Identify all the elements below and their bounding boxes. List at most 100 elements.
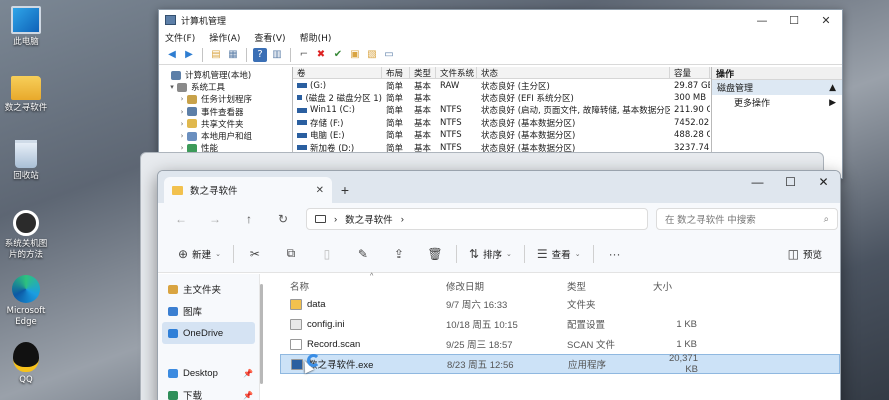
address-folder[interactable]: 数之寻软件 bbox=[345, 212, 393, 226]
col-filesystem[interactable]: 文件系统 bbox=[436, 67, 477, 79]
col-status[interactable]: 状态 bbox=[477, 67, 670, 79]
expand-arrow-icon[interactable]: › bbox=[177, 120, 187, 128]
tab-close-icon[interactable]: ✕ bbox=[316, 185, 324, 196]
sidebar-item[interactable]: 图库 bbox=[158, 300, 259, 322]
file-date-cell: 9/25 周三 18:57 bbox=[446, 340, 513, 351]
copy-icon: ⧉ bbox=[286, 246, 296, 260]
col-type[interactable]: 类型 bbox=[410, 67, 436, 79]
desktop-icon[interactable]: QQ bbox=[0, 342, 52, 386]
file-row[interactable]: config.ini 10/18 周五 10:15 配置设置 1 KB bbox=[280, 314, 840, 334]
col-volume[interactable]: 卷 bbox=[293, 67, 382, 79]
plus-circle-icon: ⊕ bbox=[178, 246, 189, 261]
back-button[interactable]: ← bbox=[166, 212, 196, 226]
forward-arrow-icon[interactable]: ▶ bbox=[182, 48, 196, 62]
col-capacity[interactable]: 容量 bbox=[670, 67, 710, 79]
explorer-tab[interactable]: 数之寻软件 ✕ bbox=[164, 177, 332, 203]
tree-item[interactable]: › 本地用户和组 bbox=[159, 130, 292, 142]
desktop-icon[interactable]: 数之寻软件 bbox=[0, 76, 52, 114]
file-row[interactable]: data 9/7 周六 16:33 文件夹 bbox=[280, 294, 840, 314]
volume-row[interactable]: (磁盘 2 磁盘分区 1) 简单 基本 状态良好 (EFI 系统分区) 300 MB bbox=[293, 92, 711, 104]
sidebar-item[interactable]: Desktop 📌 bbox=[158, 362, 259, 384]
col-layout[interactable]: 布局 bbox=[382, 67, 410, 79]
desktop-icon[interactable]: 此电脑 bbox=[0, 6, 52, 48]
col-name[interactable]: 名称 bbox=[280, 279, 442, 293]
preview-button[interactable]: ◫ 预览 bbox=[782, 242, 828, 266]
properties-icon[interactable]: ▥ bbox=[270, 48, 284, 62]
file-row[interactable]: Record.scan 9/25 周三 18:57 SCAN 文件 1 KB bbox=[280, 334, 840, 354]
tree-item[interactable]: › 任务计划程序 bbox=[159, 93, 292, 105]
new-tab-button[interactable]: + bbox=[332, 177, 358, 203]
copy-button[interactable]: ⧉ bbox=[276, 242, 306, 266]
list-icon[interactable]: ▭ bbox=[382, 48, 396, 62]
desktop-icon-label: Microsoft Edge bbox=[6, 306, 46, 327]
desktop-icon[interactable]: 系统关机图 片的方法 bbox=[0, 210, 52, 261]
connect-icon[interactable]: ⌐ bbox=[297, 48, 311, 62]
menu-view[interactable]: 查看(V) bbox=[254, 31, 285, 44]
expand-arrow-icon[interactable]: › bbox=[177, 95, 187, 103]
sidebar-item[interactable]: 下载 📌 bbox=[158, 384, 259, 400]
file-row[interactable]: 数之寻软件.exe 8/23 周五 12:56 应用程序 20,371 KB bbox=[280, 353, 840, 375]
volume-row[interactable]: 电脑 (E:) 简单基本 NTFS 状态良好 (基本数据分区) 488.28 GB bbox=[293, 129, 711, 141]
sort-button[interactable]: ⇅ 排序 ⌄ bbox=[463, 242, 518, 266]
check-icon[interactable]: ✔ bbox=[331, 48, 345, 62]
sidebar-item[interactable]: 主文件夹 bbox=[158, 278, 259, 300]
tree-item[interactable]: 计算机管理(本地) bbox=[159, 69, 292, 81]
volume-status-cell: 状态良好 (EFI 系统分区) bbox=[481, 93, 574, 104]
volume-row[interactable]: (G:) 简单 基本 RAW 状态良好 (主分区) 29.87 GB bbox=[293, 79, 711, 92]
rename-button[interactable]: ✎ bbox=[348, 242, 378, 266]
volume-name: (G:) bbox=[310, 80, 327, 91]
sidebar-item-icon bbox=[168, 328, 178, 338]
action-disk-management[interactable]: 磁盘管理 ▲ bbox=[712, 80, 842, 95]
tree-item[interactable]: › 事件查看器 bbox=[159, 106, 292, 118]
volume-cap-cell: 7452.02 GB bbox=[674, 117, 710, 128]
open-icon[interactable]: ▣ bbox=[348, 48, 362, 62]
search-input[interactable]: 在 数之寻软件 中搜索 ⌕ bbox=[656, 208, 838, 230]
this-pc-icon bbox=[11, 6, 41, 34]
expand-arrow-icon[interactable]: › bbox=[177, 108, 187, 116]
new-button[interactable]: ⊕ 新建 ⌄ bbox=[172, 242, 227, 266]
delete-button[interactable]: 🗑 bbox=[420, 242, 450, 266]
menu-action[interactable]: 操作(A) bbox=[209, 31, 240, 44]
more-button[interactable]: ··· bbox=[600, 242, 630, 266]
col-type[interactable]: 类型 bbox=[563, 279, 649, 293]
back-arrow-icon[interactable]: ◀ bbox=[165, 48, 179, 62]
desktop-icon[interactable]: 回收站 bbox=[0, 140, 52, 182]
cut-button[interactable]: ✂ bbox=[240, 242, 270, 266]
minimize-button[interactable]: — bbox=[741, 175, 774, 189]
paste-button[interactable]: ▯ bbox=[312, 242, 342, 266]
breadcrumb-chevron-icon[interactable]: › bbox=[401, 214, 404, 225]
desktop-icon[interactable]: Microsoft Edge bbox=[0, 275, 52, 328]
volume-row[interactable]: Win11 (C:) 简单 基本 NTFS 状态良好 (启动, 页面文件, 故障转储, … bbox=[293, 104, 711, 116]
share-icon: ⇪ bbox=[393, 246, 404, 261]
tree-item[interactable]: › 共享文件夹 bbox=[159, 118, 292, 130]
expand-arrow-icon[interactable]: ▾ bbox=[167, 83, 177, 91]
address-bar[interactable]: › 数之寻软件 › bbox=[306, 208, 648, 230]
mgmt-titlebar[interactable]: 计算机管理 — ☐ ✕ bbox=[159, 10, 842, 30]
sidebar-item[interactable]: OneDrive bbox=[162, 322, 255, 344]
up-folder-icon[interactable]: ▤ bbox=[209, 48, 223, 62]
computer-management-icon bbox=[165, 15, 176, 25]
volume-row[interactable]: 存储 (F:) 简单基本 NTFS 状态良好 (基本数据分区) 7452.02 GB bbox=[293, 117, 711, 129]
search-folder-icon[interactable]: ▧ bbox=[365, 48, 379, 62]
view-button[interactable]: ☰ 查看 ⌄ bbox=[531, 242, 587, 266]
minimize-button[interactable]: — bbox=[746, 14, 778, 27]
menu-help[interactable]: 帮助(H) bbox=[300, 31, 332, 44]
up-button[interactable]: ↑ bbox=[234, 212, 264, 226]
col-size[interactable]: 大小 bbox=[649, 279, 697, 293]
action-more[interactable]: 更多操作 ▶ bbox=[712, 95, 842, 110]
refresh-button[interactable]: ↻ bbox=[268, 212, 298, 226]
col-date[interactable]: 修改日期 bbox=[442, 279, 563, 293]
help-icon[interactable]: ? bbox=[253, 47, 267, 62]
show-tree-icon[interactable]: ▦ bbox=[226, 48, 240, 62]
menu-file[interactable]: 文件(F) bbox=[165, 31, 195, 44]
expand-arrow-icon[interactable]: › bbox=[177, 132, 187, 140]
forward-button[interactable]: → bbox=[200, 212, 230, 226]
share-button[interactable]: ⇪ bbox=[384, 242, 414, 266]
collapse-arrow-icon[interactable]: ▲ bbox=[829, 83, 836, 93]
tree-item[interactable]: ▾ 系统工具 bbox=[159, 81, 292, 93]
maximize-button[interactable]: ☐ bbox=[778, 14, 810, 27]
close-button[interactable]: ✕ bbox=[810, 14, 842, 27]
delete-icon[interactable]: ✖ bbox=[314, 48, 328, 62]
close-button[interactable]: ✕ bbox=[807, 175, 840, 189]
maximize-button[interactable]: ☐ bbox=[774, 175, 807, 189]
